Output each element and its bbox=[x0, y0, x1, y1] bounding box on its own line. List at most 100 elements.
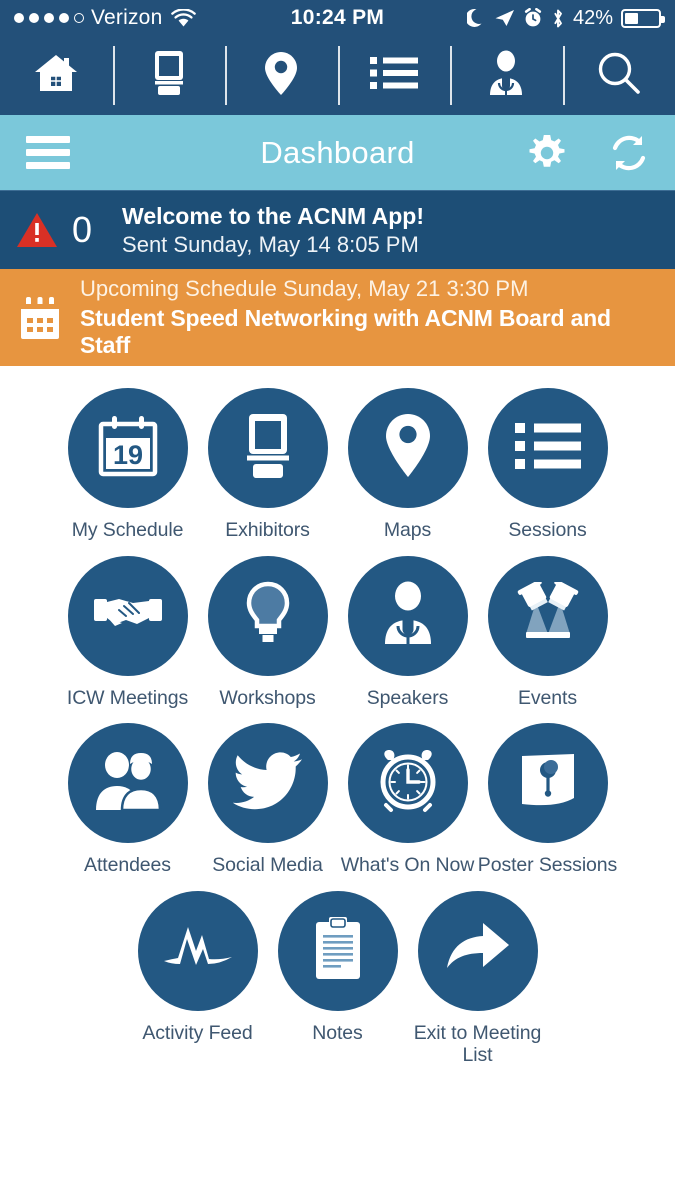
spotlights-icon bbox=[516, 579, 580, 649]
search-icon bbox=[597, 51, 641, 100]
poster-pin-icon bbox=[517, 752, 579, 815]
alarm-clock-icon bbox=[377, 749, 439, 818]
tile-circle bbox=[487, 388, 608, 508]
tile-circle bbox=[347, 388, 468, 508]
warning-triangle-icon bbox=[16, 211, 58, 249]
dashboard-grid: 19 My Schedule Exhibitors Maps Sessions … bbox=[0, 366, 675, 1068]
header-actions bbox=[527, 133, 649, 173]
tile-workshops[interactable]: Workshops bbox=[198, 555, 338, 710]
dashboard-header: Dashboard bbox=[0, 115, 675, 190]
battery-fill bbox=[625, 12, 639, 24]
tile-circle bbox=[207, 723, 328, 844]
tile-attendees[interactable]: Attendees bbox=[58, 723, 198, 877]
status-bar: Verizon 10:24 PM 42% bbox=[0, 0, 675, 36]
tile-circle bbox=[137, 890, 258, 1011]
wifi-icon bbox=[171, 8, 197, 28]
alert-timestamp: Sent Sunday, May 14 8:05 PM bbox=[122, 231, 419, 257]
tile-label: Exit to Meeting List bbox=[413, 1021, 542, 1067]
tile-label: Attendees bbox=[84, 854, 171, 877]
tile-speakers[interactable]: Speakers bbox=[338, 555, 478, 710]
upcoming-schedule-banner[interactable]: Upcoming Schedule Sunday, May 21 3:30 PM… bbox=[0, 269, 675, 366]
exhibitor-booth-icon bbox=[245, 413, 291, 484]
tile-label: Sessions bbox=[508, 519, 587, 541]
tile-poster-sessions[interactable]: Poster Sessions bbox=[478, 723, 618, 877]
svg-text:19: 19 bbox=[112, 440, 142, 470]
speaker-microphone-icon bbox=[380, 581, 436, 650]
calendar-19-icon: 19 bbox=[97, 414, 159, 483]
grid-row: ICW Meetings Workshops Speakers Events bbox=[0, 555, 675, 710]
grid-row: 19 My Schedule Exhibitors Maps Sessions bbox=[0, 388, 675, 542]
tile-label: Events bbox=[517, 686, 577, 709]
signal-dot-empty bbox=[74, 13, 84, 23]
list-icon bbox=[369, 54, 418, 97]
tile-label: Social Media bbox=[212, 854, 323, 877]
tile-label: ICW Meetings bbox=[66, 686, 189, 709]
toolbar-sessions-button[interactable] bbox=[337, 36, 451, 115]
tile-label: Exhibitors bbox=[225, 519, 310, 541]
grid-row: Activity Feed Notes Exit to Meeting List bbox=[0, 890, 675, 1067]
gear-icon[interactable] bbox=[527, 133, 567, 173]
tile-label: Poster Sessions bbox=[477, 854, 618, 877]
tile-events[interactable]: Events bbox=[478, 555, 618, 710]
grid-row: Attendees Social Media What's On Now Pos… bbox=[0, 723, 675, 877]
lightbulb-icon bbox=[244, 581, 292, 650]
tile-label: Activity Feed bbox=[142, 1021, 253, 1044]
moon-icon bbox=[466, 8, 486, 29]
tile-circle bbox=[347, 723, 468, 844]
signal-dot bbox=[44, 13, 54, 23]
exhibitors-icon bbox=[152, 50, 186, 101]
schedule-text: Upcoming Schedule Sunday, May 21 3:30 PM… bbox=[80, 276, 657, 359]
alarm-clock-icon bbox=[523, 8, 543, 28]
pulse-wave-icon bbox=[162, 921, 234, 980]
alert-banner[interactable]: 0 Welcome to the ACNM App! Sent Sunday, … bbox=[0, 190, 675, 269]
toolbar-speakers-button[interactable] bbox=[450, 36, 563, 115]
top-toolbar bbox=[0, 36, 675, 115]
calendar-icon bbox=[18, 295, 62, 341]
signal-dot bbox=[14, 13, 24, 23]
speaker-icon bbox=[486, 50, 526, 101]
tile-my-schedule[interactable]: 19 My Schedule bbox=[58, 388, 198, 542]
tile-maps[interactable]: Maps bbox=[338, 388, 478, 542]
battery-icon bbox=[621, 8, 665, 28]
tile-circle bbox=[417, 890, 538, 1011]
signal-strength-dots bbox=[14, 13, 84, 23]
carrier-label: Verizon bbox=[91, 6, 163, 29]
people-icon bbox=[94, 751, 162, 816]
toolbar-home-button[interactable] bbox=[0, 36, 113, 115]
hamburger-menu-icon[interactable] bbox=[26, 136, 70, 169]
toolbar-maps-button[interactable] bbox=[225, 36, 338, 115]
tile-exhibitors[interactable]: Exhibitors bbox=[198, 388, 338, 542]
tile-sessions[interactable]: Sessions bbox=[478, 388, 618, 542]
schedule-upcoming-line: Upcoming Schedule Sunday, May 21 3:30 PM bbox=[80, 276, 529, 301]
tile-notes[interactable]: Notes bbox=[268, 890, 408, 1067]
forward-arrow-icon bbox=[445, 920, 511, 981]
tile-label: My Schedule bbox=[71, 519, 184, 541]
tile-social-media[interactable]: Social Media bbox=[198, 723, 338, 877]
alert-title: Welcome to the ACNM App! bbox=[122, 202, 425, 229]
bluetooth-icon bbox=[551, 8, 565, 29]
tile-whats-on-now[interactable]: What's On Now bbox=[338, 723, 478, 877]
tile-label: Workshops bbox=[219, 686, 316, 709]
tile-circle bbox=[67, 723, 188, 844]
tile-circle bbox=[487, 555, 608, 676]
toolbar-exhibitors-button[interactable] bbox=[112, 36, 226, 115]
clipboard-icon bbox=[312, 916, 364, 985]
map-pin-icon bbox=[264, 51, 298, 101]
schedule-event-title: Student Speed Networking with ACNM Board… bbox=[80, 305, 611, 358]
battery-percent-label: 42% bbox=[572, 6, 613, 29]
tile-icw-meetings[interactable]: ICW Meetings bbox=[58, 555, 198, 710]
refresh-icon[interactable] bbox=[609, 133, 649, 173]
location-arrow-icon bbox=[494, 8, 515, 28]
toolbar-search-button[interactable] bbox=[562, 36, 675, 115]
tile-label: Speakers bbox=[366, 686, 449, 709]
tile-label: Notes bbox=[312, 1021, 363, 1044]
map-pin-icon bbox=[384, 413, 432, 484]
tile-circle bbox=[277, 890, 398, 1011]
tile-label: Maps bbox=[383, 519, 432, 541]
tile-exit-to-meeting-list[interactable]: Exit to Meeting List bbox=[408, 890, 548, 1067]
status-bar-right: 42% bbox=[466, 6, 665, 30]
status-bar-left: Verizon bbox=[14, 6, 197, 30]
alert-count: 0 bbox=[72, 209, 93, 250]
tile-activity-feed[interactable]: Activity Feed bbox=[128, 890, 268, 1067]
tile-circle: 19 bbox=[67, 388, 188, 508]
